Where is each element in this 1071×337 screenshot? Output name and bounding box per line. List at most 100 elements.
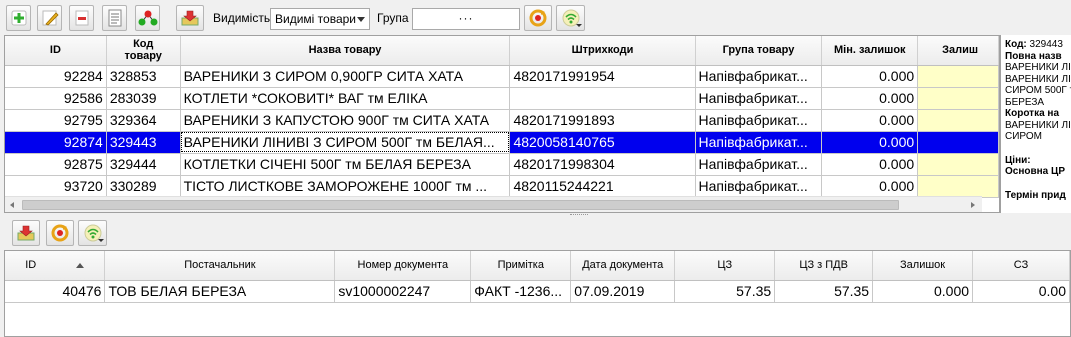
col-header-supplier[interactable]: Постачальник [104, 251, 336, 281]
tree-icon [138, 10, 157, 26]
col-header-code[interactable]: Код товару [106, 36, 181, 66]
full-name-label: Повна назв [1005, 50, 1062, 62]
cell-price-vat: 57.35 [774, 280, 874, 303]
export-button[interactable] [176, 5, 204, 31]
signal-button[interactable] [556, 5, 585, 31]
cell-cost: 0.00 [972, 280, 1070, 303]
refresh-button[interactable] [524, 5, 552, 31]
col-header-id[interactable]: ID [5, 251, 106, 281]
cell-doc-date: 07.09.2019 [570, 280, 676, 303]
full-name-line: СИРОМ 500Г т [1005, 85, 1071, 96]
scrollbar-thumb[interactable] [22, 200, 899, 210]
products-table: ID Код товару Назва товару Штрихкоди Гру… [5, 36, 999, 198]
col-header-id[interactable]: ID [5, 36, 107, 66]
document-button[interactable] [102, 5, 127, 31]
receipts-refresh-button[interactable] [46, 220, 74, 246]
col-header-min-stock[interactable]: Мін. залишок [821, 36, 919, 66]
cell-group: Напівфабрикат... [695, 65, 823, 88]
code-value: 329443 [1029, 39, 1063, 50]
cell-price: 57.35 [674, 280, 776, 303]
delete-button[interactable] [69, 5, 94, 31]
cell-name: КОТЛЕТИ *СОКОВИТІ* ВАГ тм ЕЛІКА [180, 87, 511, 110]
col-header-stock[interactable]: Залишок [872, 251, 974, 281]
cell-barcode [509, 87, 696, 110]
cell-barcode: 4820171998304 [509, 153, 696, 176]
col-header-barcodes[interactable]: Штрихкоди [509, 36, 696, 66]
table-row[interactable]: 92875 329444 КОТЛЕТКИ СІЧЕНІ 500Г тм БЕЛ… [5, 153, 999, 176]
col-header-doc-date[interactable]: Дата документа [570, 251, 676, 281]
plus-icon [11, 10, 26, 26]
group-picker[interactable]: ··· [412, 8, 520, 30]
prices-label: Ціни: [1005, 154, 1031, 166]
table-row[interactable]: 92586 283039 КОТЛЕТИ *СОКОВИТІ* ВАГ тм Е… [5, 87, 999, 110]
cell-note: ФАКТ -1236... [470, 280, 572, 303]
cell-group: Напівфабрикат... [695, 131, 823, 154]
dropdown-arrow-icon [576, 24, 582, 27]
short-name-label: Коротка на [1005, 108, 1060, 119]
col-header-doc-number[interactable]: Номер документа [334, 251, 472, 281]
horizontal-scrollbar[interactable] [5, 196, 982, 212]
cell-min-stock: 0.000 [821, 175, 919, 198]
cell-stock [917, 131, 999, 154]
tray-down-icon [17, 225, 35, 241]
table-row-selected[interactable]: 92874 329443 ВАРЕНИКИ ЛІНИВІ З СИРОМ 500… [5, 131, 999, 154]
products-header-row: ID Код товару Назва товару Штрихкоди Гру… [5, 36, 999, 66]
table-row[interactable]: 93720 330289 ТІСТО ЛИСТКОВЕ ЗАМОРОЖЕНЕ 1… [5, 175, 999, 198]
receipts-table: ID Постачальник Номер документа Примітка… [5, 251, 1070, 303]
col-header-price[interactable]: ЦЗ [674, 251, 776, 281]
cell-min-stock: 0.000 [821, 65, 919, 88]
table-row[interactable]: 92795 329364 ВАРЕНИКИ З КАПУСТОЮ 900Г тм… [5, 109, 999, 132]
col-header-note[interactable]: Примітка [470, 251, 572, 281]
add-button[interactable] [6, 5, 31, 31]
cell-stock [917, 175, 999, 198]
scroll-right-icon[interactable] [971, 202, 975, 208]
cell-name-focused: ВАРЕНИКИ ЛІНИВІ З СИРОМ 500Г тм БЕЛАЯ... [180, 131, 511, 154]
col-header-price-vat[interactable]: ЦЗ з ПДВ [774, 251, 874, 281]
cell-id: 92586 [5, 87, 107, 110]
cell-id: 92795 [5, 109, 107, 132]
cell-stock [917, 65, 999, 88]
edit-button[interactable] [37, 5, 62, 31]
tray-down-icon [181, 10, 199, 26]
cell-code: 283039 [106, 87, 181, 110]
visibility-label: Видимість [213, 11, 271, 25]
col-header-group[interactable]: Група товару [695, 36, 823, 66]
group-label: Група [377, 11, 409, 25]
cell-stock [917, 87, 999, 110]
receipts-header-row: ID Постачальник Номер документа Примітка… [5, 251, 1070, 281]
cell-id: 92875 [5, 153, 107, 176]
visibility-select[interactable]: Видимі товари [270, 8, 370, 30]
term-label: Термін прид [1005, 189, 1066, 201]
main-price-label: Основна ЦР [1005, 166, 1065, 177]
receipts-grid[interactable]: ID Постачальник Номер документа Примітка… [4, 250, 1071, 337]
receipts-export-button[interactable] [12, 220, 40, 246]
full-name-line: ВАРЕНИКИ ЛІ [1005, 73, 1071, 85]
splitter[interactable] [4, 213, 1071, 218]
table-row[interactable]: 92284 328853 ВАРЕНИКИ З СИРОМ 0,900ГР СИ… [5, 65, 999, 88]
full-name-line: БЕРЕЗА [1005, 96, 1045, 108]
short-name-line: ВАРЕНИКИ ЛІ [1005, 119, 1071, 131]
table-row[interactable]: 40476 ТОВ БЕЛАЯ БЕРЕЗА sv1000002247 ФАКТ… [5, 280, 1070, 303]
cell-group: Напівфабрикат... [695, 109, 823, 132]
products-grid[interactable]: ID Код товару Назва товару Штрихкоди Гру… [4, 35, 1000, 213]
full-name-line: ВАРЕНИКИ ЛІ [1005, 62, 1071, 73]
group-tree-button[interactable] [135, 5, 160, 31]
document-icon [108, 9, 121, 27]
cell-stock [917, 153, 999, 176]
cell-stock: 0.000 [872, 280, 974, 303]
cell-barcode: 4820171991954 [509, 65, 696, 88]
pencil-icon [42, 10, 59, 26]
cell-min-stock: 0.000 [821, 131, 919, 154]
cell-group: Напівфабрикат... [695, 153, 823, 176]
cell-name: ВАРЕНИКИ З КАПУСТОЮ 900Г тм СИТА ХАТА [180, 109, 511, 132]
col-header-stock[interactable]: Залиш [917, 36, 999, 66]
cell-barcode: 4820171991893 [509, 109, 696, 132]
col-header-name[interactable]: Назва товару [180, 36, 511, 66]
col-header-cost[interactable]: СЗ [972, 251, 1070, 281]
refresh-icon [529, 9, 547, 27]
receipts-signal-button[interactable] [78, 220, 107, 246]
cell-name: ВАРЕНИКИ З СИРОМ 0,900ГР СИТА ХАТА [180, 65, 511, 88]
scroll-left-icon[interactable] [10, 202, 14, 208]
cell-min-stock: 0.000 [821, 153, 919, 176]
cell-id: 92874 [5, 131, 107, 154]
